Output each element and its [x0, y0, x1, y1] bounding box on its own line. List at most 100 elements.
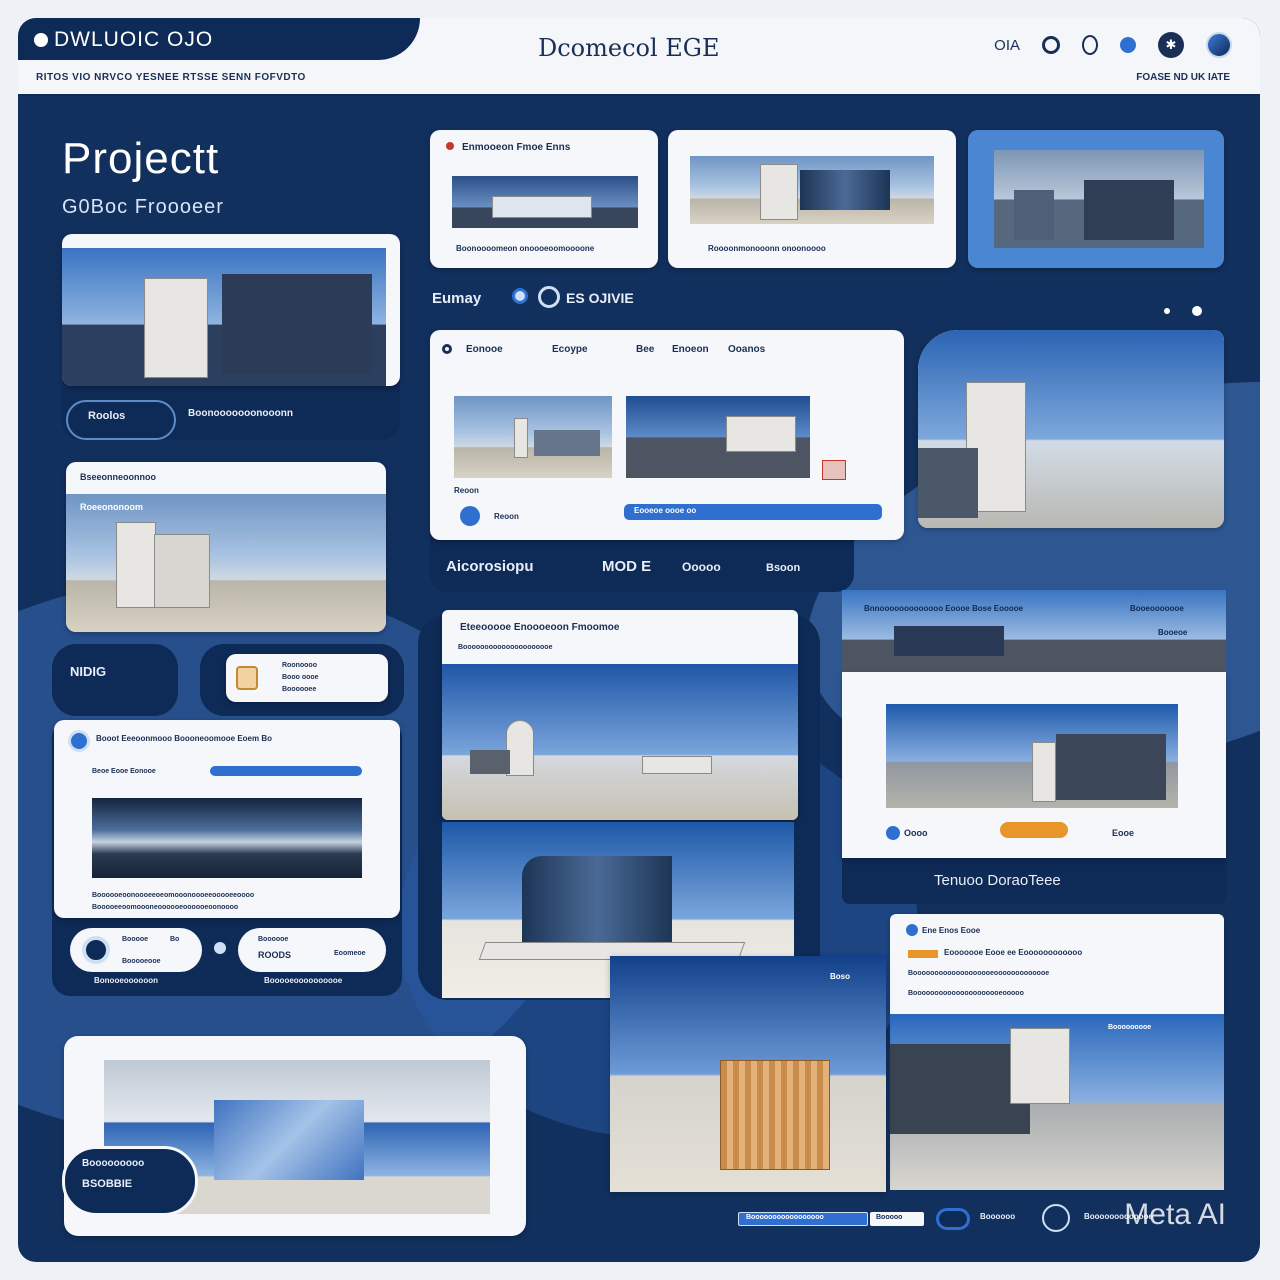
mid-tab-5[interactable]: Ooanos [728, 344, 765, 355]
globe-icon[interactable]: ✱ [1158, 32, 1184, 58]
project-card-left-3[interactable]: Booot Eeeoonmooo Boooneoomooe Eoem Bo Be… [54, 720, 400, 918]
right1-side: Booeooooooe [1130, 604, 1184, 613]
project-photo-right-1[interactable] [918, 330, 1224, 528]
pager-dot-icon[interactable] [1164, 308, 1170, 314]
mid-bottom-label-3: Ooooo [682, 560, 721, 574]
right2-line-2: Booooooooooooooooooooeooooo [908, 990, 1024, 997]
project-card-left-2[interactable]: Bseeonneoonnoo Roeeononoom [66, 462, 386, 632]
building-shape-2 [470, 750, 510, 774]
left3-line-1: Boooooeoonoooeeoeomooonoooeeooooeeoooo [92, 892, 255, 899]
card-caption: Boonoooomeon onoooeoomoooone [456, 244, 595, 253]
building-shape-2 [1084, 180, 1174, 240]
right2-line-1: Booooooooooooooooooeooooooooooooe [908, 970, 1050, 977]
card-title: Enmooeon Fmoe Enns [462, 142, 571, 153]
mid-side-tag [822, 460, 846, 480]
building-shape [726, 416, 796, 452]
right1-foot-a: Oooo [904, 828, 928, 838]
brand-text: DWLUOIC OJO [54, 28, 214, 51]
project-card-top-3[interactable] [968, 130, 1224, 268]
right1-bottom-label: Tenuoo DoraoTeee [934, 872, 1061, 889]
footer-toggle-icon[interactable] [936, 1208, 970, 1230]
banner-building [894, 626, 1004, 656]
pill2-line-3: Eoomeoe [334, 950, 366, 957]
pill-caption-2: Booooeoooooooooe [264, 976, 343, 985]
right1-toggle-icon[interactable] [886, 826, 900, 840]
nidig-pill[interactable] [52, 644, 178, 716]
row-ring-icon[interactable] [538, 286, 560, 308]
building-shape-2 [534, 430, 600, 456]
dot-icon[interactable] [1120, 37, 1136, 53]
mid-tab-1[interactable]: Eonooe [466, 344, 503, 355]
pill2-line-2: ROODS [258, 950, 292, 960]
mid-bottom-label-4: Bsoon [766, 562, 801, 574]
building-shape-2 [154, 534, 210, 608]
play-icon[interactable] [82, 936, 110, 964]
mid-caption: Reoon [454, 486, 479, 495]
left1-pill-text: Roolos [88, 410, 126, 422]
building-photo [452, 176, 638, 228]
project-card-mid[interactable]: Eonooe Ecoype Bee Enoeon Ooanos Reoon Re… [430, 330, 904, 540]
row-label-icons: ES OJIVIE [566, 290, 634, 306]
project-card-top-2[interactable]: Roooonmonooonn onoonoooo [668, 130, 956, 268]
chip-line-1: Roonoooo [282, 662, 317, 669]
mid-bar-text: Eooeoe oooe oo [634, 506, 697, 515]
mid-tab-3[interactable]: Bee [636, 344, 654, 355]
building-shape-2 [1056, 734, 1166, 800]
header-nav[interactable]: RITOS VIO NRVCO YESNEE RTSSE SENN FOFVDT… [36, 72, 306, 83]
left2-title: Bseeonneoonnoo [80, 472, 156, 482]
mid-tab-2[interactable]: Ecoype [552, 344, 588, 355]
glass-facade [800, 170, 890, 210]
building-shape [506, 720, 534, 776]
left1-caption: Boonooooooonooonn [188, 408, 293, 419]
row-label: Eumay [432, 290, 482, 307]
footer-text: Boooooo [980, 1212, 1016, 1221]
chip-line-2: Booo oooe [282, 674, 319, 681]
building-shape-3 [642, 756, 712, 774]
photo-label: Boso [830, 972, 850, 981]
nidig-label: NIDIG [70, 664, 107, 679]
right1-orange-button[interactable] [1000, 822, 1068, 838]
building-shape [514, 418, 528, 458]
mid-row-text: Reoon [494, 512, 519, 521]
user-icon[interactable] [1042, 36, 1060, 54]
project-card-left-1[interactable] [62, 234, 400, 386]
row-dot-icon[interactable] [512, 288, 528, 304]
mid-bottom-label: Aicorosiopu [446, 558, 534, 575]
left2-subtitle: Roeeononoom [80, 502, 143, 512]
building-shape-2 [1010, 1028, 1070, 1104]
header-links[interactable]: FOASE ND UK IATE [1136, 72, 1230, 83]
right2-highlight [908, 950, 938, 958]
mid-tab-4[interactable]: Enoeon [672, 344, 709, 355]
left3-search-bar[interactable] [210, 766, 362, 776]
project-card-right-1[interactable]: Oooo Eooe [842, 672, 1226, 858]
watermark: Meta AI [1124, 1198, 1226, 1231]
glass-building [522, 856, 672, 946]
left3-icon [68, 730, 90, 752]
brand-logo[interactable]: DWLUOIC OJO [18, 18, 420, 60]
footer-input-text: Booooooooooooooooo [746, 1214, 824, 1221]
project-photo-center-2[interactable] [610, 956, 886, 1192]
pager-dot-icon-2[interactable] [1192, 306, 1202, 316]
mid-card-icon [442, 344, 452, 354]
building-photo [994, 150, 1204, 248]
building-shape [492, 196, 592, 218]
right2-tag: Booooooooe [1108, 1024, 1152, 1031]
project-card-center[interactable]: Eteeooooe Enoooeoon Fmoomoe Booooooooooo… [442, 610, 798, 820]
building-shape [1014, 190, 1054, 240]
chip-card[interactable]: Roonoooo Booo oooe Boooooee [226, 654, 388, 702]
earth-icon[interactable] [1206, 32, 1232, 58]
footer-ring-icon[interactable] [1042, 1204, 1070, 1232]
mid-toggle-icon[interactable] [460, 506, 480, 526]
pill1-line-3: Booooeooe [122, 958, 161, 965]
app-canvas: DWLUOIC OJO RITOS VIO NRVCO YESNEE RTSSE… [18, 18, 1260, 1262]
building-photo [62, 248, 386, 386]
logo-icon [34, 33, 48, 47]
project-card-right-2[interactable]: Ene Enos Eooe Eooooooe Eooe ee Eoooooooo… [890, 914, 1224, 1014]
header-title: Dcomecol EGE [538, 34, 720, 62]
building-photo [610, 956, 886, 1192]
circle-icon[interactable] [1082, 35, 1098, 55]
project-card-top-1[interactable]: Enmooeon Fmoe Enns Boonoooomeon onoooeoo… [430, 130, 658, 268]
building-photo [886, 704, 1178, 808]
building-photo [690, 156, 934, 224]
right1-title: Bnnooooooooooooo Eoooe Bose Eooooe [864, 604, 1024, 613]
